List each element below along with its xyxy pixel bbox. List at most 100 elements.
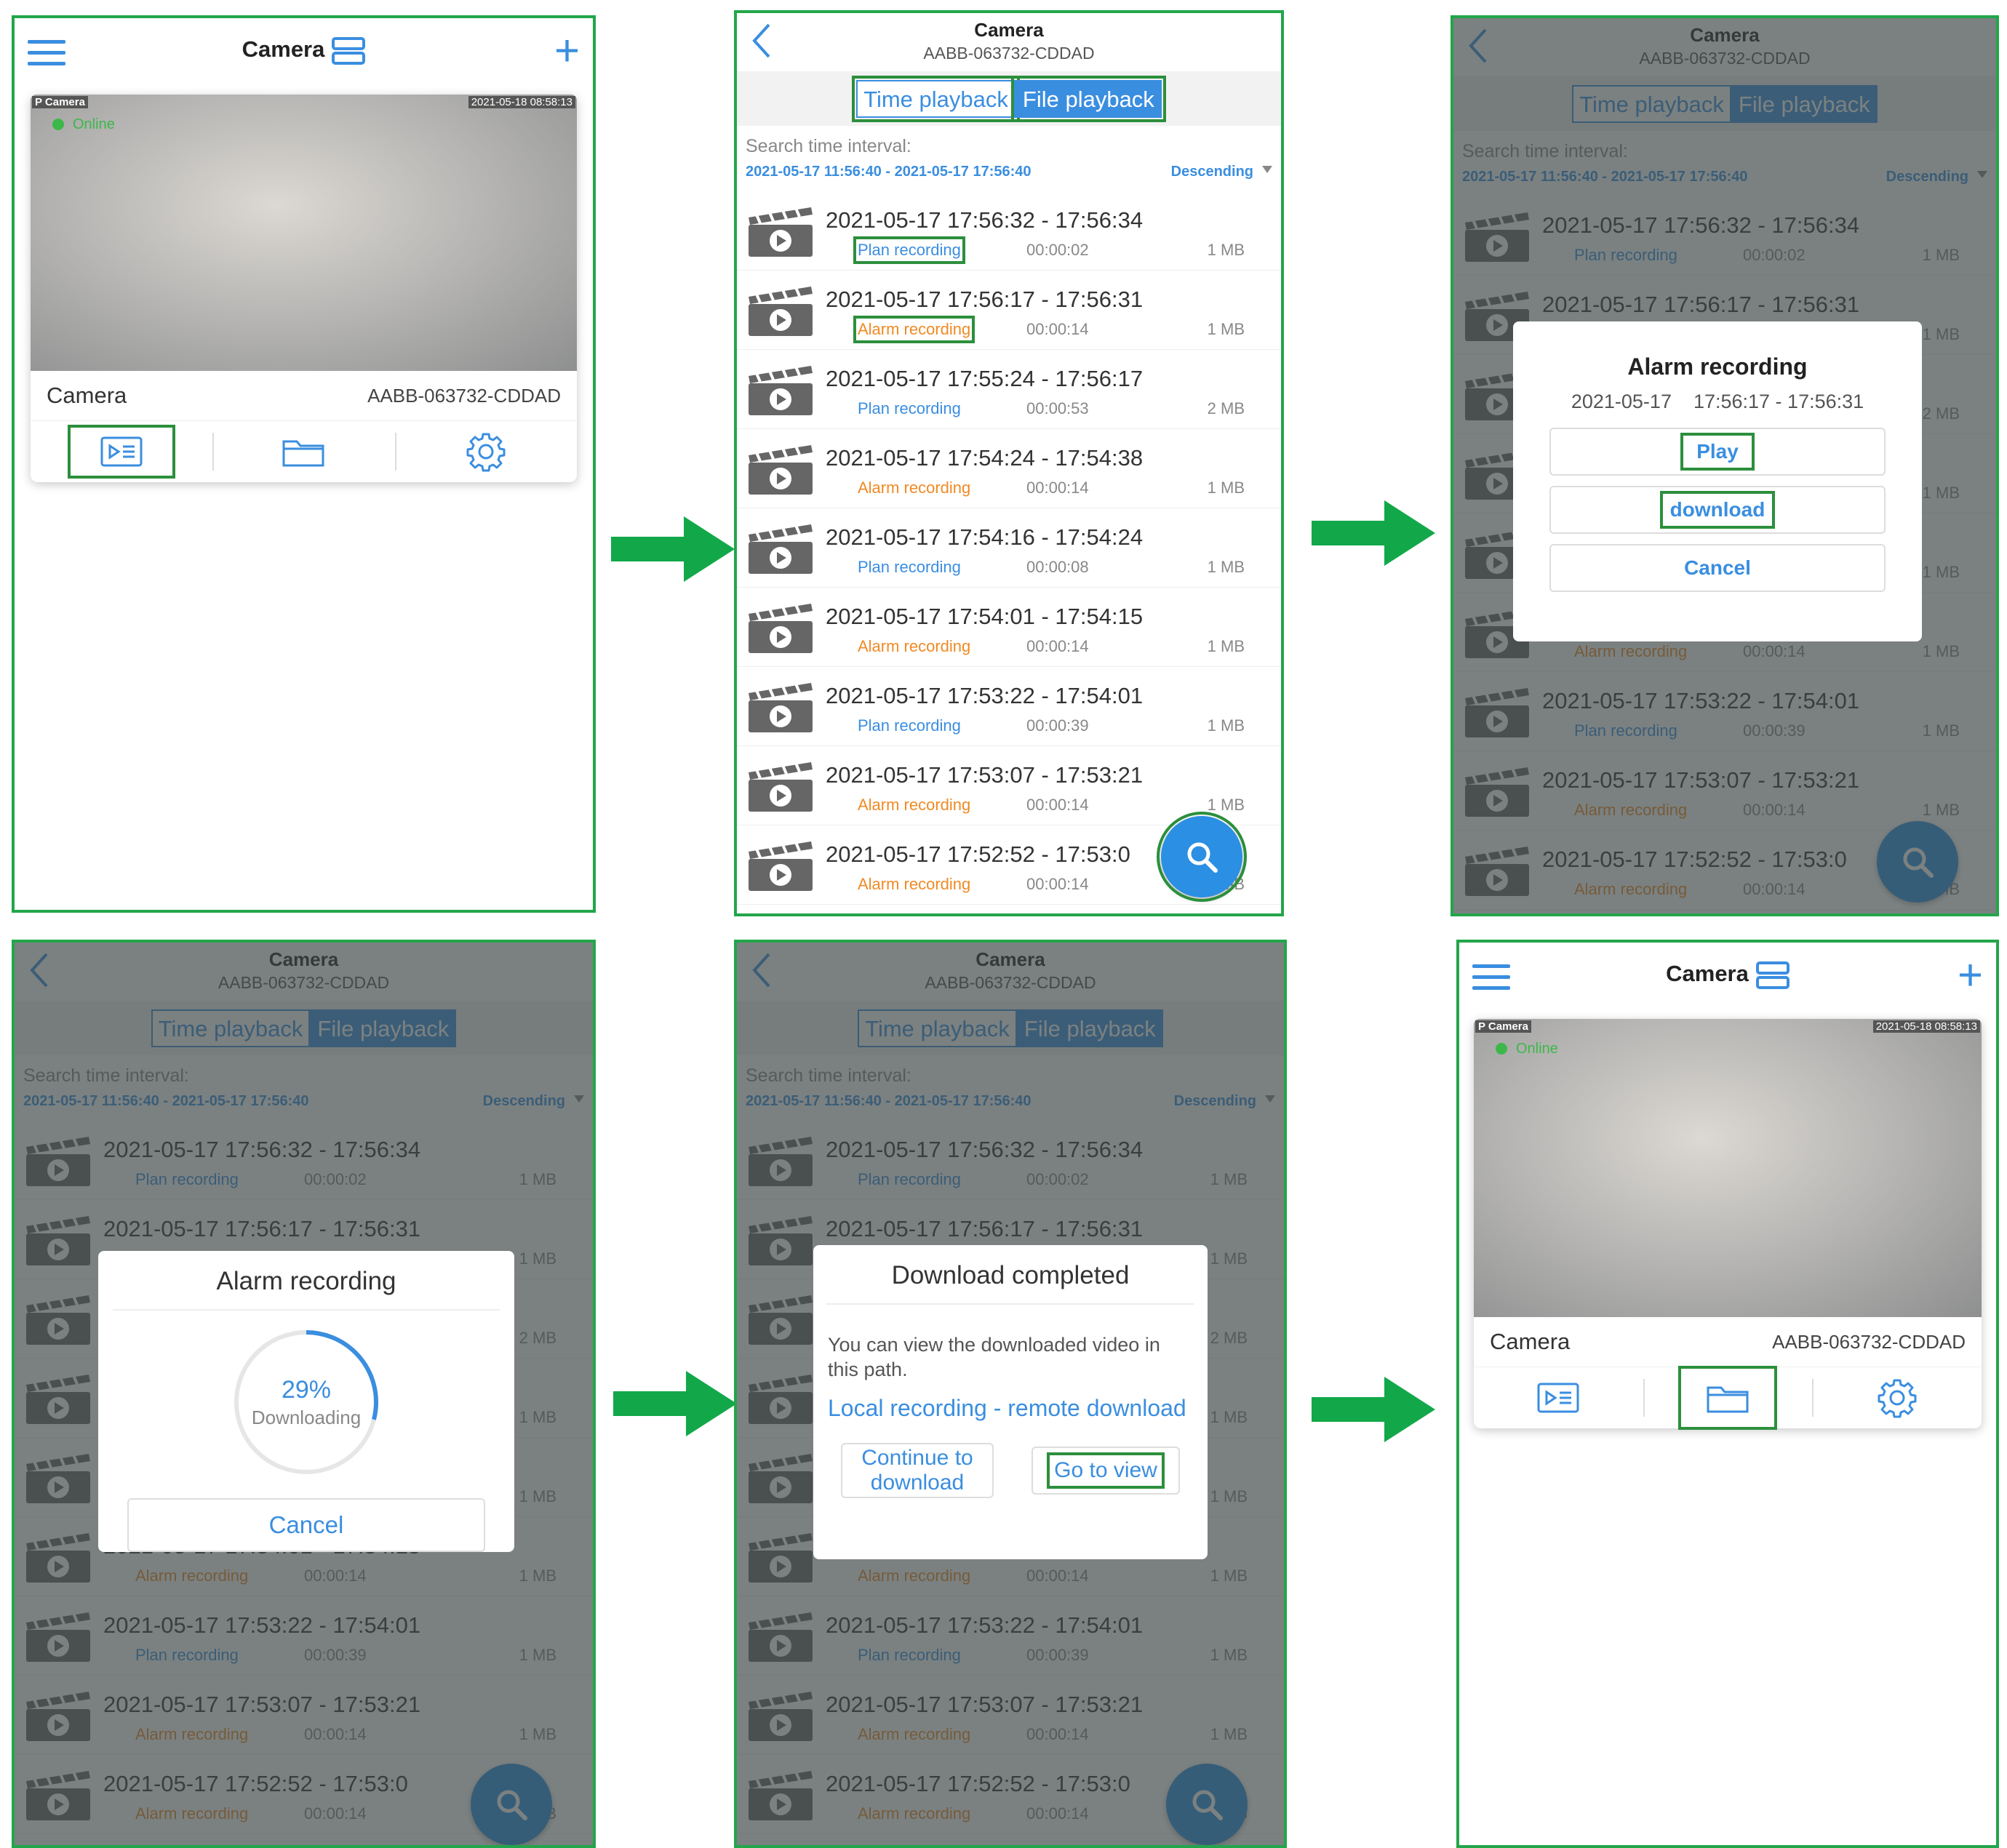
record-item[interactable]: 2021-05-17 17:56:17 - 17:56:31 Alarm reco…: [737, 271, 1281, 350]
search-button[interactable]: [1157, 812, 1247, 902]
search-interval-range[interactable]: 2021-05-17 11:56:40 - 2021-05-17 17:56:4…: [746, 164, 1032, 191]
record-time: 2021-05-17 17:52:52 - 17:53:0: [826, 841, 1130, 867]
add-icon[interactable]: +: [554, 29, 580, 73]
go-to-view-button[interactable]: Go to view: [1032, 1447, 1180, 1495]
screen-downloading: Camera AABB-063732-CDDAD Time playback F…: [12, 940, 596, 1848]
settings-button[interactable]: [394, 421, 577, 482]
camera-preview[interactable]: P Camera 2021-05-18 08:58:13 Online: [1474, 1019, 1982, 1317]
video-clip-icon: [746, 284, 815, 341]
download-button[interactable]: download: [1549, 486, 1886, 534]
record-duration: 00:00:02: [1026, 241, 1089, 259]
camera-name: Camera: [47, 383, 127, 408]
camera-id: AABB-063732-CDDAD: [1772, 1330, 1966, 1353]
record-type: Plan recording: [858, 558, 961, 576]
record-size: 1 MB: [1207, 716, 1245, 735]
preview-label: P Camera: [32, 96, 88, 108]
sort-dropdown[interactable]: Descending: [1171, 164, 1272, 191]
playback-button[interactable]: [1474, 1367, 1643, 1428]
files-button[interactable]: [1678, 1366, 1777, 1430]
record-duration: 00:00:53: [1026, 399, 1089, 417]
record-time: 2021-05-17 17:53:22 - 17:54:01: [826, 683, 1144, 708]
screen-file-playback: Camera AABB-063732-CDDAD Time playback F…: [734, 10, 1284, 916]
video-clip-icon: [746, 521, 815, 579]
record-duration: 00:00:14: [1026, 875, 1089, 893]
record-type: Alarm recording: [858, 637, 971, 655]
camera-id: AABB-063732-CDDAD: [367, 384, 561, 407]
screen-home-files: Camera + P Camera 2021-05-18 08:58:13 On…: [1456, 940, 1999, 1848]
playback-title: Camera: [974, 19, 1044, 41]
arrow-right-icon: [613, 1371, 737, 1436]
record-size: 1 MB: [1207, 479, 1245, 497]
progress-status: Downloading: [251, 1407, 362, 1428]
record-duration: 00:00:14: [1026, 796, 1089, 814]
settings-button[interactable]: [1812, 1367, 1982, 1428]
record-item[interactable]: 2021-05-17 17:55:24 - 17:56:17 Plan recor…: [737, 350, 1281, 429]
record-size: 1 MB: [1207, 558, 1245, 576]
record-size: 1 MB: [1207, 796, 1245, 814]
video-clip-icon: [746, 759, 815, 817]
playback-header: Camera AABB-063732-CDDAD: [737, 13, 1281, 71]
record-duration: 00:00:14: [1026, 320, 1089, 338]
cancel-button[interactable]: Cancel: [1549, 544, 1886, 592]
files-button[interactable]: [212, 421, 394, 482]
record-type: Alarm recording: [853, 316, 975, 343]
screen-record-options: Camera AABB-063732-CDDAD Time playback F…: [1451, 15, 1999, 916]
tab-time-playback[interactable]: Time playback: [852, 75, 1020, 122]
record-duration: 00:00:08: [1026, 558, 1089, 576]
add-icon[interactable]: +: [1958, 953, 1983, 997]
record-item[interactable]: 2021-05-17 17:54:16 - 17:54:24 Plan recor…: [737, 508, 1281, 588]
gear-icon: [1878, 1379, 1917, 1418]
record-time: 2021-05-17 17:56:17 - 17:56:31: [826, 287, 1144, 312]
preview-timestamp: 2021-05-18 08:58:13: [1872, 1020, 1980, 1033]
record-item[interactable]: 2021-05-17 17:54:24 - 17:54:38 Alarm reco…: [737, 429, 1281, 508]
preview-label: P Camera: [1475, 1020, 1531, 1033]
online-status: Online: [1496, 1041, 1558, 1057]
camera-preview[interactable]: P Camera 2021-05-18 08:58:13 Online: [31, 95, 577, 371]
record-type: Plan recording: [858, 716, 961, 735]
playback-tabs: Time playback File playback: [737, 71, 1281, 126]
screen-download-completed: Camera AABB-063732-CDDAD Time playback F…: [734, 940, 1287, 1848]
video-clip-icon: [746, 680, 815, 737]
download-path-link[interactable]: Local recording - remote download: [828, 1395, 1193, 1421]
search-icon: [1187, 842, 1218, 873]
camera-toolbar: [1474, 1366, 1982, 1430]
record-duration: 00:00:39: [1026, 716, 1089, 735]
record-time: 2021-05-17 17:53:07 - 17:53:21: [826, 762, 1144, 788]
record-type: Plan recording: [858, 399, 961, 417]
camera-card[interactable]: P Camera 2021-05-18 08:58:13 Online Came…: [31, 95, 577, 482]
preview-timestamp: 2021-05-18 08:58:13: [468, 96, 575, 108]
record-item[interactable]: 2021-05-17 17:53:07 - 17:53:21 Alarm reco…: [737, 746, 1281, 825]
record-time: 2021-05-17 17:55:24 - 17:56:17: [826, 366, 1144, 391]
playback-icon: [1537, 1383, 1579, 1413]
dialog-title: Alarm recording: [113, 1251, 500, 1311]
record-time: 2021-05-17 17:54:16 - 17:54:24: [826, 524, 1144, 550]
record-item[interactable]: 2021-05-17 17:54:01 - 17:54:15 Alarm reco…: [737, 588, 1281, 667]
continue-download-button[interactable]: Continue to download: [841, 1443, 994, 1498]
camera-card[interactable]: P Camera 2021-05-18 08:58:13 Online Came…: [1474, 1019, 1982, 1430]
home-title: Camera: [1666, 961, 1749, 986]
home-title: Camera: [242, 36, 325, 62]
dialog-title: Alarm recording: [1627, 353, 1808, 380]
play-button[interactable]: Play: [1549, 428, 1886, 476]
progress-ring: 29% Downloading: [229, 1325, 383, 1479]
video-clip-icon: [746, 442, 815, 500]
modal-dialog: Download completed You can view the downl…: [813, 1245, 1208, 1559]
folder-icon: [282, 440, 324, 467]
playback-button[interactable]: [68, 425, 176, 479]
record-size: 1 MB: [1207, 241, 1245, 259]
record-item[interactable]: 2021-05-17 17:53:22 - 17:54:01 Plan recor…: [737, 667, 1281, 746]
arrow-right-icon: [1312, 1377, 1435, 1442]
record-size: 1 MB: [1207, 637, 1245, 655]
layout-icon[interactable]: [1755, 961, 1789, 989]
home-header: Camera +: [15, 18, 593, 95]
playback-icon: [100, 436, 143, 467]
tab-file-playback[interactable]: File playback: [1010, 75, 1166, 122]
folder-icon: [1707, 1386, 1749, 1413]
arrow-right-icon: [611, 516, 735, 582]
dialog-title: Download completed: [826, 1245, 1194, 1305]
layout-icon[interactable]: [332, 36, 366, 65]
record-item[interactable]: 2021-05-17 17:56:32 - 17:56:34 Plan recor…: [737, 191, 1281, 271]
cancel-button[interactable]: Cancel: [127, 1498, 485, 1552]
home-header: Camera +: [1459, 943, 1996, 1019]
record-list: 2021-05-17 17:56:32 - 17:56:34 Plan recor…: [737, 191, 1281, 905]
